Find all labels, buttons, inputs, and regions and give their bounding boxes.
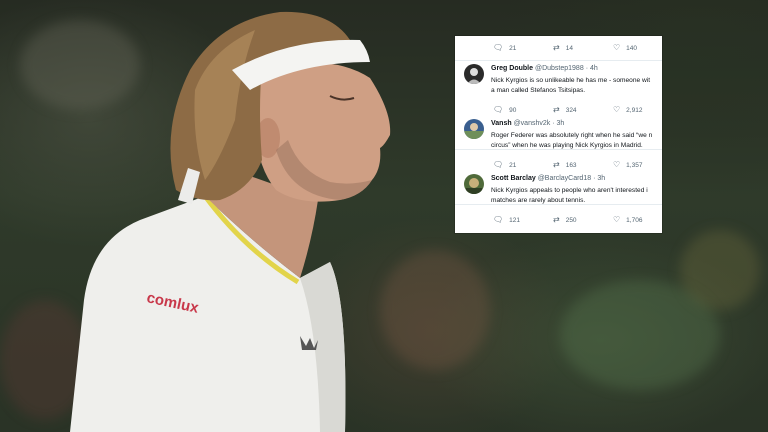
like-action[interactable]: ♡ 140 [613,42,637,54]
avatar[interactable] [464,174,484,194]
tweet-actions: 🗨︎ 21 ⇄ 163 ♡ 1,357 [455,159,662,171]
tweet-text-line: Roger Federer was absolutely right when … [491,132,653,139]
tweet-item[interactable]: Scott Barclay @BarclayCard18 · 3h Nick K… [455,174,662,230]
like-icon: ♡ [613,160,621,169]
retweet-icon: ⇄ [553,43,560,52]
reply-action[interactable]: 🗨︎ 21 [493,159,516,171]
reply-count: 121 [509,216,521,224]
retweet-count: 14 [565,44,573,52]
like-action[interactable]: ♡ 2,912 [613,104,642,116]
tweet-item[interactable]: Vansh @vanshv2k · 3h Roger Federer was a… [455,119,662,173]
like-action[interactable]: ♡ 1,706 [613,214,642,226]
like-action[interactable]: ♡ 1,357 [613,159,642,171]
reply-action[interactable]: 🗨︎ 90 [493,104,516,116]
retweet-icon: ⇄ [553,215,560,224]
retweet-action[interactable]: ⇄ 14 [553,42,573,54]
like-icon: ♡ [613,105,621,114]
tweet-text: Roger Federer was absolutely right when … [491,131,659,150]
tweet-actions: 🗨︎ 90 ⇄ 324 ♡ 2,912 [455,104,662,116]
tweet-text-line: a man called Stefanos Tsitsipas. [491,86,586,94]
retweet-count: 163 [565,161,577,169]
retweet-action[interactable]: ⇄ 324 [553,104,577,116]
retweet-icon: ⇄ [553,160,560,169]
tweet-time: · 3h [593,175,606,182]
avatar[interactable] [464,64,484,84]
like-icon: ♡ [613,215,621,224]
reply-icon: 🗨︎ [493,43,504,52]
tweet-divider [455,60,662,61]
tweet-header: Greg Double @Dubstep1988 · 4h [491,65,598,72]
retweet-count: 324 [565,106,577,114]
tweet-actions: 🗨︎ 121 ⇄ 250 ♡ 1,706 [455,214,662,226]
like-count: 2,912 [626,106,643,114]
like-icon: ♡ [613,43,621,52]
author-name[interactable]: Vansh [491,120,512,127]
like-count: 140 [626,44,638,52]
tweet-header: Scott Barclay @BarclayCard18 · 3h [491,175,605,182]
tweet-text-line: circus” when he was playing Nick Kyrgios… [491,141,643,149]
author-name[interactable]: Scott Barclay [491,175,536,182]
reply-icon: 🗨︎ [493,160,504,169]
tweet-header: Vansh @vanshv2k · 3h [491,120,564,127]
like-count: 1,706 [626,216,643,224]
reply-count: 21 [509,161,517,169]
author-handle[interactable]: @Dubstep1988 [535,65,584,72]
tweet-text: Nick Kyrgios appeals to people who aren'… [491,186,659,205]
retweet-count: 250 [565,216,577,224]
author-handle[interactable]: @BarclayCard18 [538,175,591,182]
author-handle[interactable]: @vanshv2k [514,120,551,127]
tweet-text: Nick Kyrgios is so unlikeable he has me … [491,76,659,95]
reply-action[interactable]: 🗨︎ 21 [493,42,516,54]
author-name[interactable]: Greg Double [491,65,533,72]
reply-count: 21 [509,44,517,52]
tweet-actions: 🗨︎ 21 ⇄ 14 ♡ 140 [455,42,662,54]
tweet-text-line: Nick Kyrgios appeals to people who aren'… [491,187,648,194]
tweet-item[interactable]: Greg Double @Dubstep1988 · 4h Nick Kyrgi… [455,64,662,118]
tweet-time: · 4h [585,65,598,72]
reply-count: 90 [509,106,517,114]
tweet-text-line: Nick Kyrgios is so unlikeable he has me … [491,77,651,84]
retweet-action[interactable]: ⇄ 250 [553,214,577,226]
tweet-text-line: matches are rarely about tennis. [491,196,586,204]
avatar[interactable] [464,119,484,139]
tweet-screenshot-overlay: 🗨︎ 21 ⇄ 14 ♡ 140 Greg Double @Dubstep198… [455,36,662,233]
tweet-time: · 3h [552,120,565,127]
reply-action[interactable]: 🗨︎ 121 [493,214,520,226]
retweet-icon: ⇄ [553,105,560,114]
retweet-action[interactable]: ⇄ 163 [553,159,577,171]
reply-icon: 🗨︎ [493,105,504,114]
reply-icon: 🗨︎ [493,215,504,224]
like-count: 1,357 [626,161,643,169]
